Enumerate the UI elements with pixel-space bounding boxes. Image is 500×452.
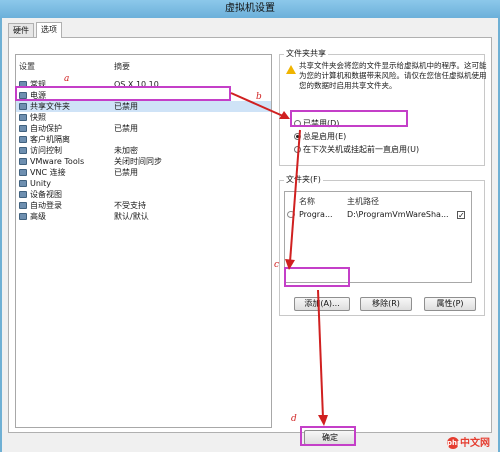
watermark: php中文网 bbox=[447, 434, 490, 449]
watermark-logo: php bbox=[447, 437, 463, 449]
arrow-to-always-enabled bbox=[230, 92, 284, 117]
arrow-to-ok-button bbox=[317, 289, 324, 419]
watermark-text: 中文网 bbox=[460, 438, 490, 449]
annotation-arrows bbox=[230, 92, 328, 426]
tab-options[interactable]: 选项 bbox=[36, 22, 62, 38]
arrow-to-add-button bbox=[289, 129, 301, 263]
